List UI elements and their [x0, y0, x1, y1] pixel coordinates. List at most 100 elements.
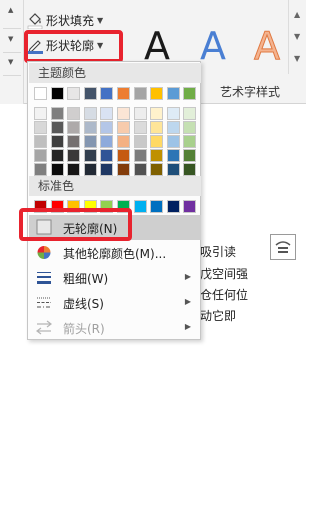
theme-color-shade-swatch[interactable] [50, 135, 64, 148]
divider [3, 28, 21, 29]
theme-color-swatch[interactable] [166, 87, 180, 100]
theme-color-shade-swatch[interactable] [34, 135, 47, 148]
chevron-right-icon: ▶ [184, 297, 191, 306]
theme-color-shade-swatch[interactable] [117, 135, 130, 148]
theme-color-shade-swatch[interactable] [50, 163, 64, 176]
theme-color-swatch[interactable] [83, 87, 97, 100]
theme-color-shade-swatch[interactable] [150, 149, 164, 162]
more-icon[interactable]: ▼ [8, 58, 13, 66]
scroll-down-icon[interactable]: ▼ [294, 32, 300, 41]
theme-color-swatch[interactable] [117, 87, 130, 100]
theme-color-shade-swatch[interactable] [133, 107, 147, 120]
more-outline-colors-item[interactable]: 其他轮廓颜色(M)... [29, 240, 201, 265]
theme-color-shade-swatch[interactable] [34, 107, 47, 120]
dashes-label: 虚线(S) [63, 297, 104, 311]
theme-color-swatch[interactable] [34, 87, 47, 100]
theme-color-shade-swatch[interactable] [100, 121, 114, 134]
arrows-label: 箭头(R) [63, 322, 105, 336]
theme-color-shade-swatch[interactable] [183, 121, 197, 134]
theme-color-shade-swatch[interactable] [150, 107, 164, 120]
theme-color-shade-swatch[interactable] [166, 163, 180, 176]
highlight-box-outline [24, 30, 123, 63]
wordart-style-blue[interactable]: A [200, 24, 226, 68]
theme-color-swatch[interactable] [50, 87, 64, 100]
theme-colors-header: 主题颜色 [29, 63, 201, 83]
theme-color-shade-swatch[interactable] [50, 121, 64, 134]
standard-color-swatch[interactable] [133, 200, 147, 213]
theme-color-shade-swatch[interactable] [83, 149, 97, 162]
theme-color-swatch[interactable] [183, 87, 197, 100]
theme-color-swatch[interactable] [133, 87, 147, 100]
scroll-up-icon[interactable]: ▲ [8, 6, 13, 14]
theme-color-shade-swatch[interactable] [150, 121, 164, 134]
shape-fill-button[interactable]: 形状填充 ▼ [26, 9, 103, 31]
theme-color-swatch[interactable] [67, 87, 81, 100]
document-text-line: 戊空间强 [200, 267, 249, 281]
standard-color-swatch[interactable] [183, 200, 197, 213]
theme-color-shade-swatch[interactable] [67, 107, 81, 120]
theme-color-shade-swatch[interactable] [117, 163, 130, 176]
theme-color-shade-swatch[interactable] [133, 135, 147, 148]
theme-color-shade-swatch[interactable] [117, 149, 130, 162]
theme-color-shade-swatch[interactable] [117, 121, 130, 134]
theme-color-shade-swatch[interactable] [83, 107, 97, 120]
theme-color-shade-swatch[interactable] [100, 163, 114, 176]
theme-color-shade-swatch[interactable] [150, 135, 164, 148]
ribbon-left-strip: ▲ ▼ ▼ [0, 0, 24, 104]
color-wheel-icon [35, 244, 53, 261]
theme-color-shade-swatch[interactable] [183, 163, 197, 176]
theme-color-shade-swatch[interactable] [67, 163, 81, 176]
theme-color-shade-swatch[interactable] [83, 135, 97, 148]
dash-style-icon [35, 294, 53, 311]
scroll-up-icon[interactable]: ▲ [294, 10, 300, 19]
theme-color-shade-swatch[interactable] [50, 107, 64, 120]
theme-color-shade-swatch[interactable] [183, 107, 197, 120]
theme-color-shade-swatch[interactable] [67, 121, 81, 134]
theme-color-shade-swatch[interactable] [166, 149, 180, 162]
theme-color-shade-swatch[interactable] [83, 121, 97, 134]
theme-color-shade-swatch[interactable] [100, 135, 114, 148]
theme-color-shade-swatch[interactable] [133, 149, 147, 162]
standard-colors-header: 标准色 [29, 176, 201, 196]
weight-label: 粗细(W) [63, 272, 109, 286]
shape-fill-label: 形状填充 [46, 13, 95, 28]
theme-color-shade-swatch[interactable] [34, 121, 47, 134]
theme-color-shade-swatch[interactable] [67, 135, 81, 148]
highlight-box-no-outline [19, 208, 132, 241]
arrow-style-icon [35, 319, 53, 336]
wordart-style-orange[interactable]: A [254, 24, 281, 69]
chevron-right-icon: ▶ [184, 322, 191, 331]
theme-color-shade-swatch[interactable] [183, 135, 197, 148]
theme-color-shade-swatch[interactable] [50, 149, 64, 162]
theme-color-shade-swatch[interactable] [166, 107, 180, 120]
theme-color-shade-swatch[interactable] [183, 149, 197, 162]
theme-color-shade-swatch[interactable] [100, 149, 114, 162]
shape-outline-menu: 主题颜色 标准色 无轮廓(N) 其他轮廓颜色(M)... 粗细(W) ▶ 虚线(… [27, 61, 201, 340]
layout-options-icon[interactable] [270, 234, 296, 260]
theme-color-shade-swatch[interactable] [166, 121, 180, 134]
scroll-down-icon[interactable]: ▼ [8, 35, 13, 43]
theme-color-shade-swatch[interactable] [34, 163, 47, 176]
paint-bucket-icon [26, 11, 44, 30]
divider [3, 52, 21, 53]
theme-color-shade-swatch[interactable] [100, 107, 114, 120]
dashes-item[interactable]: 虚线(S) ▶ [29, 290, 201, 315]
chevron-down-icon: ▼ [97, 15, 104, 25]
document-text-line: 仓任何位 [200, 288, 249, 302]
more-outline-colors-label: 其他轮廓颜色(M)... [63, 247, 167, 261]
theme-color-shade-swatch[interactable] [67, 149, 81, 162]
more-icon[interactable]: ▼ [294, 54, 300, 63]
theme-color-shade-swatch[interactable] [83, 163, 97, 176]
theme-color-shade-swatch[interactable] [34, 149, 47, 162]
arrows-item[interactable]: 箭头(R) ▶ [29, 315, 201, 340]
weight-item[interactable]: 粗细(W) ▶ [29, 265, 201, 290]
theme-color-shade-swatch[interactable] [166, 135, 180, 148]
theme-color-shade-swatch[interactable] [133, 121, 147, 134]
theme-color-swatch[interactable] [150, 87, 164, 100]
theme-color-swatch[interactable] [100, 87, 114, 100]
theme-color-shade-swatch[interactable] [150, 163, 164, 176]
standard-color-swatch[interactable] [166, 200, 180, 213]
theme-color-shade-swatch[interactable] [133, 163, 147, 176]
theme-color-shade-swatch[interactable] [117, 107, 130, 120]
standard-color-swatch[interactable] [150, 200, 164, 213]
